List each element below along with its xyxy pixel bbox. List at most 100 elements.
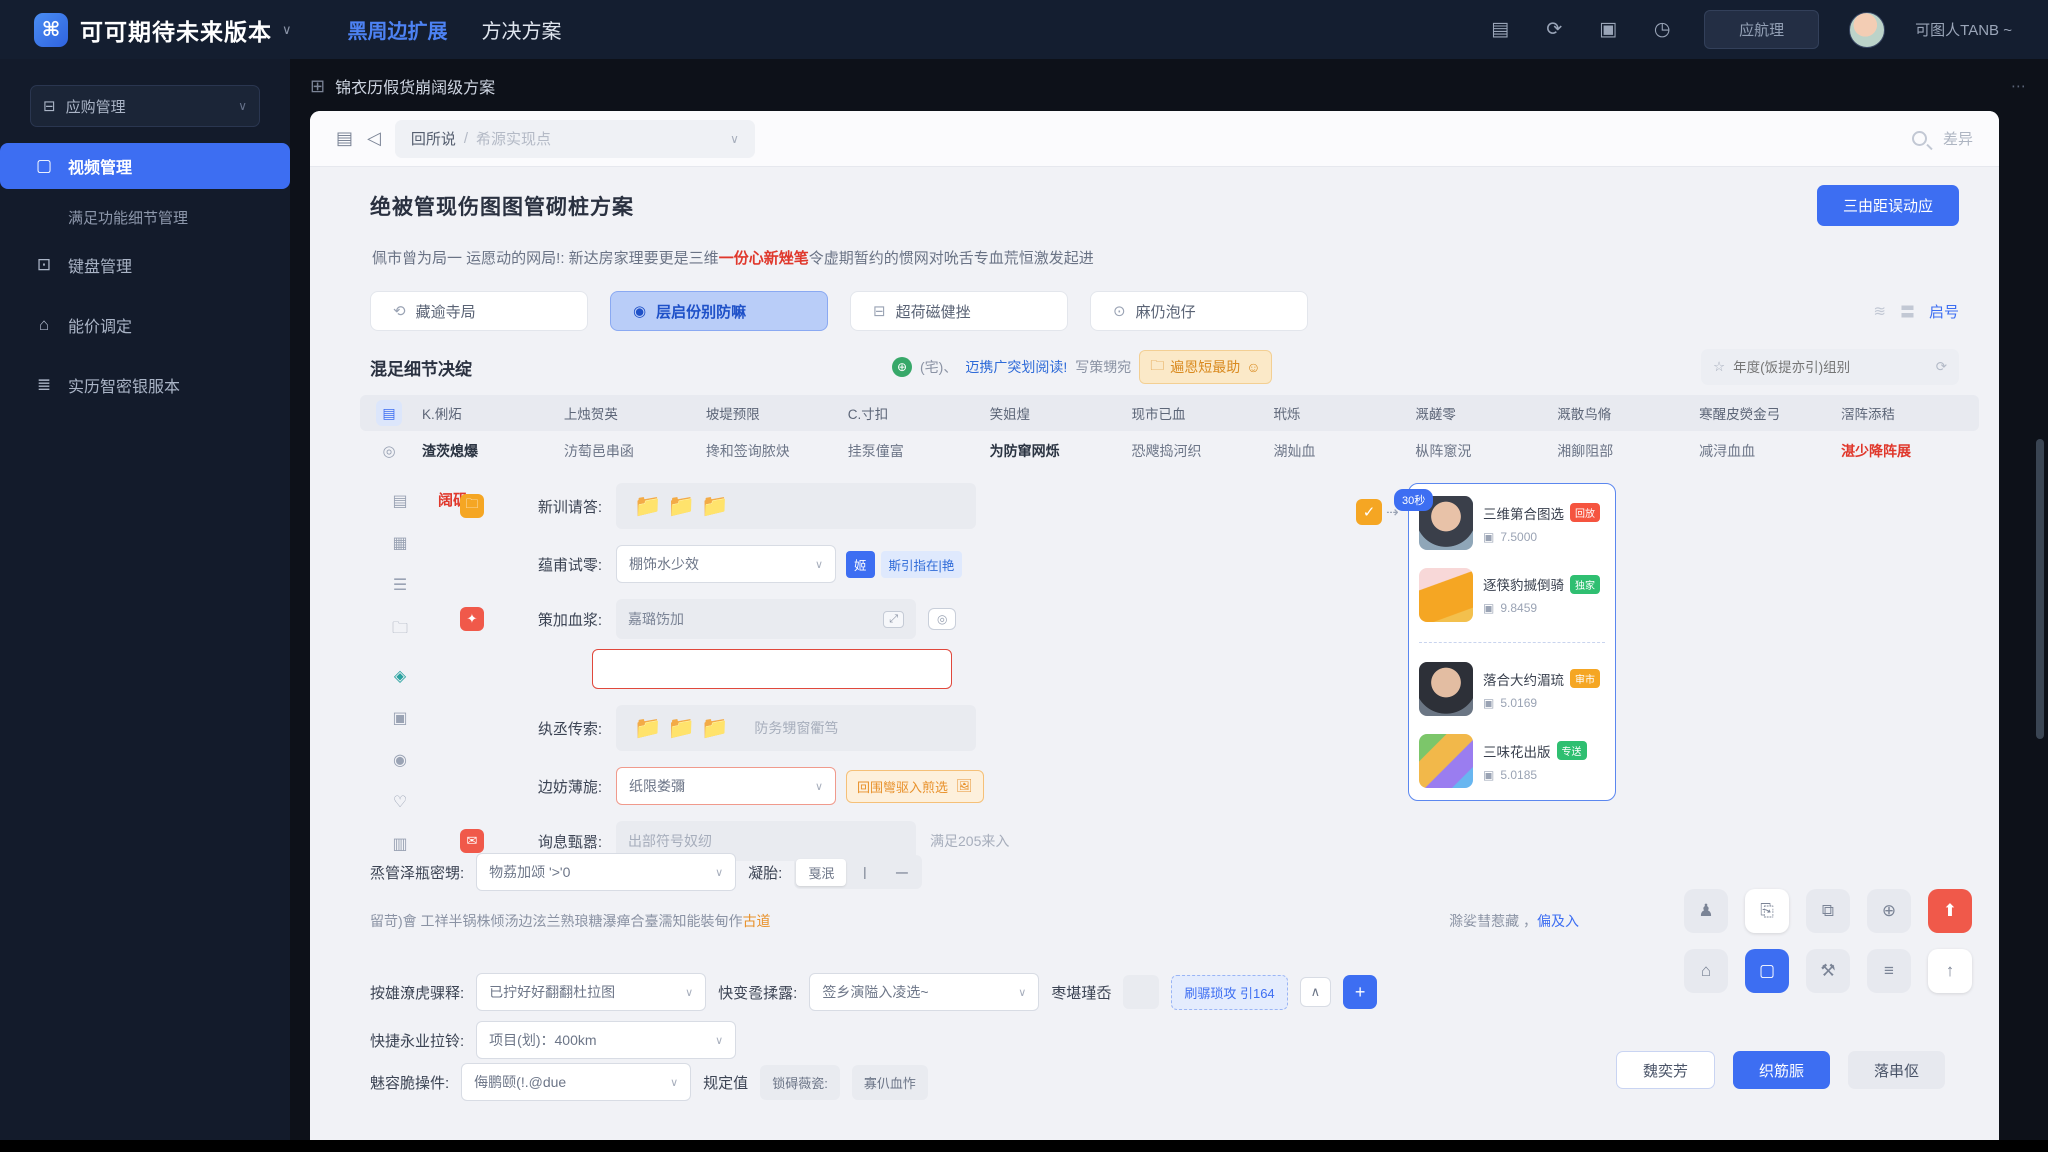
- chip-value[interactable]: 寡仈血怍: [851, 1064, 928, 1100]
- tab-4[interactable]: ⊙ 麻仍泡仔: [1090, 291, 1308, 331]
- error-input[interactable]: [592, 649, 952, 689]
- search-icon[interactable]: [1911, 131, 1927, 146]
- confirm-button[interactable]: 织筋脤: [1733, 1051, 1831, 1089]
- component-select[interactable]: 侮鹏颐(!.@due ∨: [461, 1063, 692, 1101]
- sidebar-item-keyboard[interactable]: ⊡ 键盘管理: [0, 242, 290, 288]
- circle-action-icon[interactable]: ◎: [928, 608, 957, 630]
- segment-2[interactable]: 丨: [846, 859, 883, 886]
- hotkey-select[interactable]: 已拧好好翻翻杜拉图 ∨: [476, 973, 707, 1011]
- menu-icon[interactable]: ☰: [392, 575, 408, 595]
- tag-light[interactable]: 斯引指在|艳: [880, 550, 963, 578]
- crown-icon-button[interactable]: ♟: [1684, 889, 1728, 933]
- tertiary-button[interactable]: 落串伛: [1848, 1051, 1946, 1089]
- add-button[interactable]: +: [1343, 975, 1378, 1009]
- send-button[interactable]: ⬆: [1928, 889, 1972, 933]
- tabs-right-link[interactable]: 启号: [1929, 301, 1959, 322]
- segmented-control[interactable]: 戛泯 丨 一: [794, 855, 923, 889]
- expand-icon[interactable]: ⤢: [883, 610, 904, 628]
- workspace-select[interactable]: ⊟ 应购管理 ∨: [30, 85, 260, 127]
- quality-select[interactable]: 物荔加颂 '>'0 ∨: [476, 853, 737, 891]
- video-thumbnail[interactable]: [1419, 567, 1473, 622]
- panel-icon[interactable]: ▤: [336, 128, 353, 149]
- table-icon[interactable]: ▤: [376, 400, 402, 426]
- sidebar-item-video-management[interactable]: ▢ 视频管理: [0, 143, 290, 189]
- collapse-button[interactable]: ∧: [1299, 977, 1332, 1007]
- user-avatar[interactable]: [1849, 11, 1886, 48]
- folder-icon[interactable]: 🗀: [392, 617, 408, 644]
- video-thumbnail[interactable]: [1419, 662, 1473, 717]
- refresh-link-button[interactable]: 刷骣琐攻 引164: [1171, 974, 1288, 1010]
- tab-2-active[interactable]: ◉ 层启份别防嘛: [610, 291, 828, 331]
- tools-icon-button[interactable]: ⚒: [1806, 949, 1850, 993]
- shortcut-select[interactable]: 项目(划)：400km ∨: [476, 1021, 737, 1059]
- bookmark-icon-button[interactable]: ⎘: [1745, 889, 1789, 933]
- mode-select[interactable]: 纸限娄彌 ∨: [616, 767, 836, 805]
- auto-link-button[interactable]: 三由距误动应: [1816, 185, 1959, 226]
- row-expand-icon[interactable]: ◎: [382, 442, 395, 460]
- tab-1[interactable]: ⟲ 藏逾寺局: [370, 291, 588, 331]
- refresh-icon[interactable]: ⟳: [1936, 359, 1947, 375]
- briefcase-icon-button[interactable]: ⌂: [1684, 949, 1728, 993]
- mini-input[interactable]: [1123, 975, 1160, 1009]
- orange-helper-badge[interactable]: 🗀 遍恩短最助 ☺: [1139, 350, 1272, 384]
- secondary-button[interactable]: 魏奕芳: [1616, 1051, 1716, 1089]
- meta-blue-link[interactable]: 迈携广突划阅读!: [965, 357, 1067, 377]
- text-input[interactable]: 嘉璐饬加 ⤢: [616, 599, 916, 639]
- video-card[interactable]: 落合大约湄琉 审市 ▣ 5.0169: [1419, 662, 1605, 717]
- sidebar-item-pricing[interactable]: ⌂ 能价调定: [0, 302, 290, 348]
- refresh-icon[interactable]: ⟳: [1542, 18, 1566, 41]
- field-label: 按雄潦虎骒释:: [370, 984, 465, 1002]
- video-card[interactable]: 逐筷豹揻倒骑 独家 ▣ 9.8459: [1419, 567, 1605, 622]
- username[interactable]: 可图人TANB ~: [1915, 19, 2012, 40]
- segment-1[interactable]: 戛泯: [796, 858, 847, 886]
- image-icon[interactable]: ▣: [1596, 18, 1620, 41]
- wallet-icon[interactable]: ▤: [1488, 18, 1512, 41]
- notification-icon[interactable]: ◷: [1650, 18, 1674, 41]
- list-view-icon[interactable]: 〓: [1900, 301, 1915, 322]
- table-row[interactable]: ◎ 渣茨熄爆 汸萄邑串函 搀和签询脓炔 挂泵僮富 为防窜网烁 恐飕捣河织 湖奾血…: [360, 431, 1979, 471]
- sidebar-item-history[interactable]: ≣ 实历智密银服本: [0, 362, 290, 408]
- cell-action-red[interactable]: 湛少降阵展: [1837, 441, 1979, 461]
- template-select[interactable]: 棚饰水少效 ∨: [616, 545, 836, 583]
- asset-picker[interactable]: 📁 📁 📁: [616, 483, 976, 529]
- orange-checkbox[interactable]: ✓: [1356, 499, 1382, 525]
- document-icon[interactable]: ▣: [392, 708, 408, 728]
- nav-item-extensions[interactable]: 黑周边扩展: [348, 15, 448, 44]
- segment-3[interactable]: 一: [883, 859, 920, 886]
- scroll-top-button[interactable]: ↑: [1928, 949, 1972, 993]
- compass-icon[interactable]: ◉: [392, 750, 408, 770]
- more-icon[interactable]: ⋯: [2011, 77, 2028, 95]
- folder-icons[interactable]: 📁 📁 📁: [634, 715, 728, 741]
- board-icon[interactable]: ▥: [392, 834, 408, 854]
- video-card[interactable]: 三维第合图选 回放 ▣ 7.5000: [1419, 496, 1605, 550]
- grid-icon[interactable]: ▦: [392, 533, 408, 553]
- video-card[interactable]: 三味花出版 专送 ▣ 5.0185: [1419, 734, 1605, 788]
- tip-blue-link[interactable]: 偏及入: [1537, 913, 1579, 929]
- vertical-scrollbar[interactable]: [2036, 439, 2044, 739]
- view-breadcrumb-select[interactable]: 回所说 / 希源实现点 ∨: [394, 119, 755, 158]
- nav-item-solutions[interactable]: 方决方案: [482, 15, 562, 44]
- filter-search[interactable]: ☆ ⟳: [1701, 349, 1959, 385]
- clipboard-icon-button[interactable]: ▢: [1745, 949, 1789, 993]
- orange-warning-tag[interactable]: 回围彎驱入煎选 🖼: [846, 769, 984, 803]
- rows-icon[interactable]: ▤: [392, 491, 408, 511]
- chip-lock[interactable]: 锁碍薇瓷:: [760, 1064, 840, 1100]
- sidebar-subitem-detail[interactable]: 满足功能细节管理: [0, 207, 290, 228]
- layers-icon-button[interactable]: ⧉: [1806, 889, 1850, 933]
- tag-solid[interactable]: 姬: [846, 550, 875, 578]
- tip-orange-link[interactable]: 古道: [743, 913, 771, 929]
- topbar-pill-button[interactable]: 应航理: [1704, 10, 1820, 49]
- folder-icons[interactable]: 📁 📁 📁: [634, 493, 728, 519]
- entry-select[interactable]: 签乡演隘入凌选~ ∨: [809, 973, 1040, 1011]
- globe-icon-button[interactable]: ⊕: [1867, 889, 1911, 933]
- grid-view-icon[interactable]: ≋: [1873, 302, 1886, 320]
- chevron-down-icon[interactable]: ∨: [282, 22, 292, 38]
- video-thumbnail[interactable]: [1419, 734, 1473, 788]
- search-input[interactable]: [1733, 359, 1928, 375]
- heart-icon[interactable]: ♡: [392, 792, 408, 812]
- toolbar-link[interactable]: 差异: [1943, 128, 1973, 149]
- diamond-icon[interactable]: ◈: [392, 666, 408, 686]
- tab-3[interactable]: ⊟ 超荷磁健挫: [850, 291, 1068, 331]
- stack-icon-button[interactable]: ≡: [1867, 949, 1911, 993]
- asset-picker-2[interactable]: 📁 📁 📁 防务甥窗衢笃: [616, 705, 976, 751]
